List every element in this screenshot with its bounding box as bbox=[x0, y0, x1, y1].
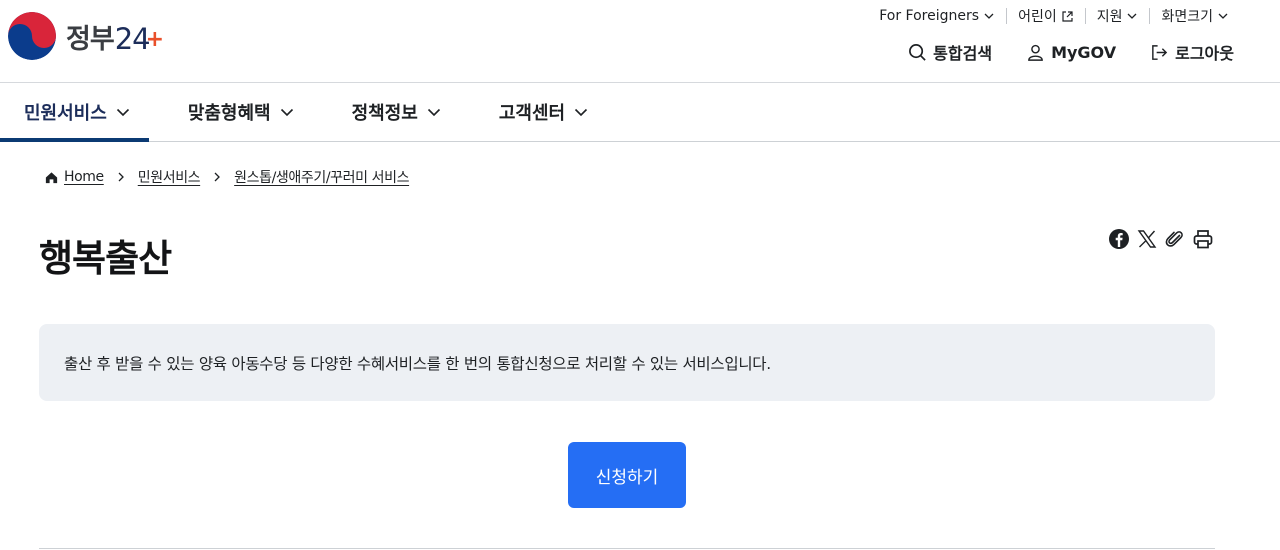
chevron-down-icon bbox=[427, 108, 440, 117]
for-foreigners-menu[interactable]: For Foreigners bbox=[868, 8, 1006, 24]
chevron-down-icon bbox=[984, 13, 994, 19]
logo-text: 정부 bbox=[66, 23, 115, 55]
print-button[interactable] bbox=[1192, 228, 1214, 250]
logo-number: 24 bbox=[114, 21, 151, 56]
logout-button[interactable]: 로그아웃 bbox=[1150, 40, 1234, 64]
breadcrumb-home[interactable]: Home bbox=[44, 169, 104, 185]
screen-size-menu[interactable]: 화면크기 bbox=[1150, 6, 1240, 26]
user-icon bbox=[1028, 44, 1043, 61]
chevron-right-icon bbox=[214, 172, 221, 182]
chevron-down-icon bbox=[280, 108, 293, 117]
nav-item-policy-info[interactable]: 정책정보 bbox=[352, 83, 442, 141]
attach-link-icon bbox=[1165, 231, 1183, 247]
home-icon bbox=[45, 171, 58, 183]
site-header: 정부24+ For Foreigners 어린이 지원 화면크기 통합검색 bbox=[0, 0, 1280, 83]
service-description: 출산 후 받을 수 있는 양육 아동수당 등 다양한 수혜서비스를 한 번의 통… bbox=[64, 354, 771, 373]
mygov-button[interactable]: MyGOV bbox=[1026, 43, 1116, 62]
logout-icon bbox=[1152, 44, 1168, 60]
gov24-logo[interactable]: 정부 24 + bbox=[8, 12, 164, 60]
chevron-down-icon bbox=[1128, 13, 1137, 19]
nav-item-civil-services[interactable]: 민원서비스 bbox=[0, 83, 149, 142]
logo-wordmark: 정부 24 + bbox=[66, 17, 164, 56]
x-icon bbox=[1137, 230, 1157, 248]
integrated-search-button[interactable]: 통합검색 bbox=[908, 40, 992, 64]
utility-menu: For Foreigners 어린이 지원 화면크기 bbox=[868, 6, 1240, 26]
breadcrumb: Home 민원서비스 원스톱/생애주기/꾸러미 서비스 bbox=[44, 167, 409, 187]
for-foreigners-label: For Foreigners bbox=[879, 8, 980, 24]
mygov-label: MyGOV bbox=[1051, 42, 1117, 62]
kids-label: 어린이 bbox=[1018, 9, 1057, 25]
breadcrumb-home-label: Home bbox=[64, 169, 104, 185]
chevron-right-icon bbox=[118, 172, 124, 182]
taegeuk-logo-icon bbox=[8, 12, 56, 60]
x-share-button[interactable] bbox=[1136, 228, 1158, 250]
chevron-down-icon bbox=[1218, 13, 1228, 19]
print-icon bbox=[1193, 230, 1213, 249]
copy-link-button[interactable] bbox=[1164, 228, 1186, 250]
nav-item-label: 맞춤형혜택 bbox=[187, 103, 271, 124]
logo-plus: + bbox=[145, 26, 164, 52]
facebook-icon bbox=[1109, 229, 1129, 249]
breadcrumb-onestop-services[interactable]: 원스톱/생애주기/꾸러미 서비스 bbox=[234, 167, 409, 187]
apply-button[interactable]: 신청하기 bbox=[568, 442, 686, 508]
screen-size-label: 화면크기 bbox=[1161, 9, 1213, 25]
nav-item-label: 고객센터 bbox=[498, 103, 566, 124]
nav-item-label: 민원서비스 bbox=[24, 103, 107, 124]
search-label: 통합검색 bbox=[933, 44, 993, 63]
search-icon bbox=[909, 43, 926, 61]
external-link-icon bbox=[1062, 10, 1073, 22]
facebook-share-button[interactable] bbox=[1108, 228, 1130, 250]
chevron-down-icon bbox=[575, 108, 588, 117]
nav-item-label: 정책정보 bbox=[351, 103, 418, 124]
support-menu[interactable]: 지원 bbox=[1086, 6, 1150, 26]
section-divider bbox=[39, 548, 1215, 549]
service-description-box: 출산 후 받을 수 있는 양육 아동수당 등 다양한 수혜서비스를 한 번의 통… bbox=[39, 324, 1215, 401]
header-actions: 통합검색 MyGOV 로그아웃 bbox=[908, 40, 1234, 64]
support-label: 지원 bbox=[1096, 9, 1123, 25]
chevron-down-icon bbox=[116, 108, 129, 117]
breadcrumb-civil-services[interactable]: 민원서비스 bbox=[138, 167, 201, 187]
nav-item-customer-center[interactable]: 고객센터 bbox=[499, 83, 589, 141]
kids-link[interactable]: 어린이 bbox=[1007, 6, 1085, 26]
logout-label: 로그아웃 bbox=[1175, 44, 1234, 63]
nav-item-custom-benefits[interactable]: 맞춤형혜택 bbox=[188, 83, 295, 141]
main-navigation: 민원서비스 맞춤형혜택 정책정보 고객센터 bbox=[0, 83, 1280, 142]
page-title: 행복출산 bbox=[39, 237, 172, 280]
share-toolbar bbox=[1108, 228, 1214, 250]
